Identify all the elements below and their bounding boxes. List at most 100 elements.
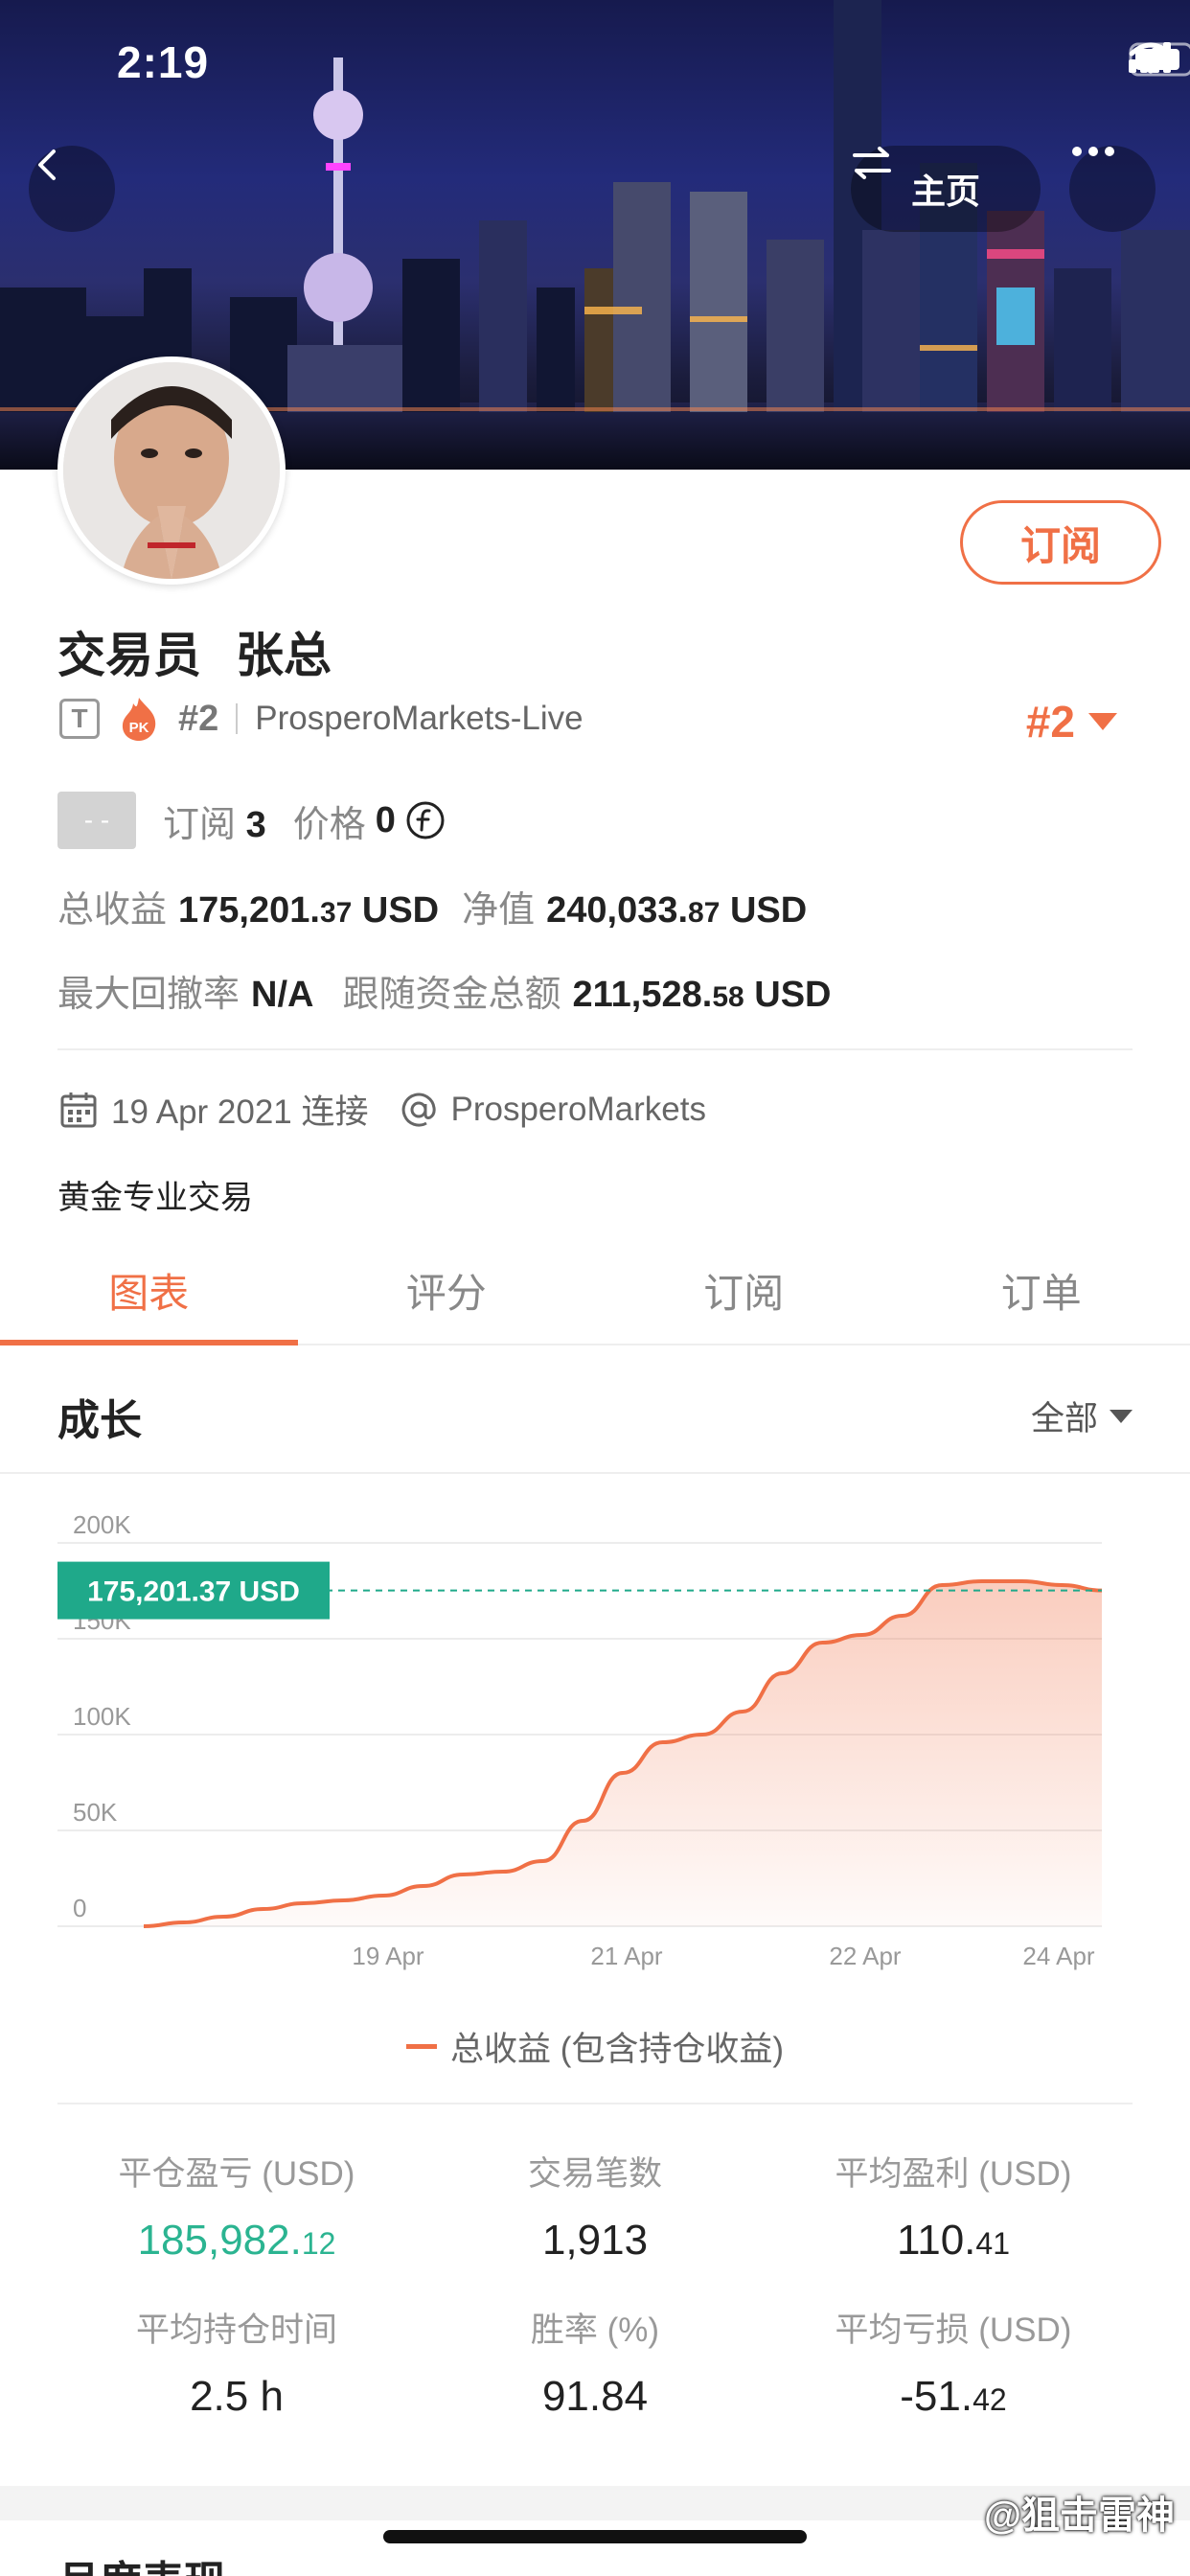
total-profit-dec: 37 bbox=[319, 897, 353, 929]
total-profit-unit: USD bbox=[361, 890, 440, 931]
total-profit-label: 总收益 bbox=[57, 890, 168, 931]
trading-metrics: 平仓盈亏 (USD) 185,982.12 交易笔数 1,913 平均盈利 (USD) 1… bbox=[57, 2103, 1133, 2421]
account-name: ProsperoMarkets-Live bbox=[255, 700, 584, 737]
avatar[interactable] bbox=[57, 356, 286, 585]
drawdown-line: 最大回撤率 N/A 跟随资金总额 211,528.58 USD bbox=[57, 964, 831, 1017]
pk-fire-icon: PK bbox=[122, 698, 156, 741]
home-indicator bbox=[383, 2530, 807, 2543]
divider bbox=[57, 1048, 1133, 1050]
metric-value: 185,982.12 bbox=[137, 2217, 336, 2264]
rank-dropdown[interactable]: #2 bbox=[1026, 696, 1117, 748]
growth-header: 成长 全部 bbox=[0, 1347, 1190, 1474]
broker-name[interactable]: ProsperoMarkets bbox=[451, 1091, 706, 1129]
metric-value-decimals: 12 bbox=[301, 2226, 336, 2261]
metric-label: 胜率 (%) bbox=[530, 2312, 660, 2349]
info-row: 19 Apr 2021 连接 ProsperoMarkets bbox=[59, 1085, 706, 1134]
chart-legend: 总收益 (包含持仓收益) bbox=[0, 2022, 1190, 2071]
tab-chart[interactable]: 图表 bbox=[0, 1236, 298, 1346]
x-tick-label: 24 Apr bbox=[1022, 1942, 1095, 1970]
x-tick-label: 21 Apr bbox=[590, 1942, 663, 1970]
subscriptions-label: 订阅 bbox=[163, 804, 237, 845]
calendar-icon bbox=[60, 1092, 97, 1127]
trader-bio: 黄金专业交易 bbox=[57, 1180, 253, 1216]
metric-cell: 平仓盈亏 (USD) 185,982.12 bbox=[57, 2147, 416, 2265]
legend-label: 总收益 (包含持仓收益) bbox=[449, 2031, 785, 2068]
follow-total-main: 211,528. bbox=[572, 975, 713, 1015]
metric-label: 平仓盈亏 (USD) bbox=[118, 2155, 355, 2193]
profile-tabs: 图表 评分 订阅 订单 bbox=[0, 1236, 1190, 1346]
follow-total-value: 211,528.58 USD bbox=[572, 975, 831, 1016]
x-tick-label: 19 Apr bbox=[352, 1942, 424, 1970]
t-badge: T bbox=[59, 699, 100, 739]
metric-cell: 交易笔数 1,913 bbox=[416, 2147, 774, 2265]
y-tick-label: 100K bbox=[73, 1702, 131, 1731]
tab-rating[interactable]: 评分 bbox=[298, 1236, 596, 1344]
home-label: 主页 bbox=[910, 172, 980, 211]
metric-cell: 平均亏损 (USD) -51.42 bbox=[774, 2303, 1133, 2421]
x-tick-label: 22 Apr bbox=[829, 1942, 902, 1970]
subscriptions-stat: 订阅 3 bbox=[163, 794, 266, 847]
metric-value: -51.42 bbox=[900, 2373, 1007, 2420]
back-button[interactable] bbox=[29, 146, 115, 232]
growth-chart[interactable]: 200K150K100K50K019 Apr 21 Apr 22 Apr 24 Apr… bbox=[0, 1476, 1190, 2089]
trader-profile-page: 2:19 主页 订阅 交易员 张总 T PK #2 ProsperoMarket… bbox=[0, 0, 1190, 2576]
connected-date: 19 Apr 2021 连接 bbox=[111, 1093, 369, 1131]
net-value-main: 240,033. bbox=[546, 890, 689, 931]
caret-down-icon bbox=[1110, 1409, 1133, 1423]
trader-meta: T PK #2 ProsperoMarkets-Live bbox=[59, 696, 584, 742]
metric-value-decimals: 41 bbox=[975, 2226, 1010, 2261]
period-filter-label: 全部 bbox=[1030, 1400, 1098, 1438]
trader-display-name: 张总 bbox=[236, 629, 332, 682]
tab-subscribe[interactable]: 订阅 bbox=[595, 1236, 893, 1344]
metric-value: 1,913 bbox=[541, 2217, 649, 2264]
follow-total-dec: 58 bbox=[712, 981, 744, 1013]
area-fill bbox=[144, 1581, 1102, 1926]
net-value-unit: USD bbox=[729, 890, 808, 931]
at-sign-icon bbox=[401, 1092, 436, 1126]
price-value: 0 bbox=[375, 799, 396, 840]
metric-value-decimals: 42 bbox=[973, 2382, 1007, 2417]
caret-down-icon bbox=[1088, 713, 1117, 730]
metrics-grid: 平仓盈亏 (USD) 185,982.12 交易笔数 1,913 平均盈利 (USD) 1… bbox=[57, 2104, 1133, 2421]
metric-label: 平均持仓时间 bbox=[135, 2312, 337, 2349]
metric-label: 交易笔数 bbox=[527, 2155, 662, 2193]
battery-icon bbox=[1129, 42, 1190, 77]
price-stat: 价格 0 bbox=[293, 794, 446, 847]
more-button[interactable] bbox=[1069, 146, 1156, 232]
follow-total-label: 跟随资金总额 bbox=[342, 975, 561, 1015]
net-value-dec: 87 bbox=[688, 897, 721, 929]
trader-name: 交易员 张总 bbox=[57, 617, 332, 686]
metric-cell: 胜率 (%) 91.84 bbox=[416, 2303, 774, 2421]
metric-value: 2.5 h bbox=[190, 2373, 284, 2420]
status-time: 2:19 bbox=[117, 37, 210, 87]
rank-dropdown-label: #2 bbox=[1025, 697, 1075, 747]
net-value-label: 净值 bbox=[462, 890, 536, 931]
metric-value: 91.84 bbox=[541, 2373, 649, 2420]
metric-label: 平均盈利 (USD) bbox=[835, 2155, 1072, 2193]
period-filter[interactable]: 全部 bbox=[1031, 1392, 1133, 1440]
price-label: 价格 bbox=[292, 804, 366, 845]
level-chip: - - bbox=[57, 792, 136, 849]
subscribe-button[interactable]: 订阅 bbox=[960, 500, 1161, 585]
avatar-portrait bbox=[63, 362, 280, 579]
y-tick-label: 200K bbox=[73, 1510, 131, 1539]
current-value-label: 175,201.37 USD bbox=[87, 1576, 300, 1608]
y-tick-label: 50K bbox=[73, 1798, 118, 1827]
profit-line: 总收益 175,201.37 USD 净值 240,033.87 USD bbox=[57, 880, 807, 932]
subscriptions-value: 3 bbox=[245, 804, 266, 845]
max-drawdown-value: N/A bbox=[251, 975, 314, 1015]
follow-total-unit: USD bbox=[754, 975, 832, 1015]
max-drawdown-label: 最大回撤率 bbox=[57, 975, 240, 1015]
home-button[interactable]: 主页 bbox=[851, 146, 1041, 232]
growth-title: 成长 bbox=[57, 1397, 142, 1444]
total-profit-main: 175,201. bbox=[178, 890, 320, 931]
trader-role: 交易员 bbox=[57, 629, 201, 682]
coin-icon bbox=[406, 801, 445, 840]
metric-label: 平均亏损 (USD) bbox=[835, 2312, 1072, 2349]
tab-orders[interactable]: 订单 bbox=[893, 1236, 1190, 1344]
meta-separator bbox=[236, 703, 239, 734]
y-tick-label: 0 bbox=[73, 1894, 86, 1922]
watermark: @狙击雷神 bbox=[983, 2495, 1175, 2537]
metric-value: 110.41 bbox=[897, 2217, 1010, 2264]
total-profit-value: 175,201.37 USD bbox=[178, 890, 439, 932]
